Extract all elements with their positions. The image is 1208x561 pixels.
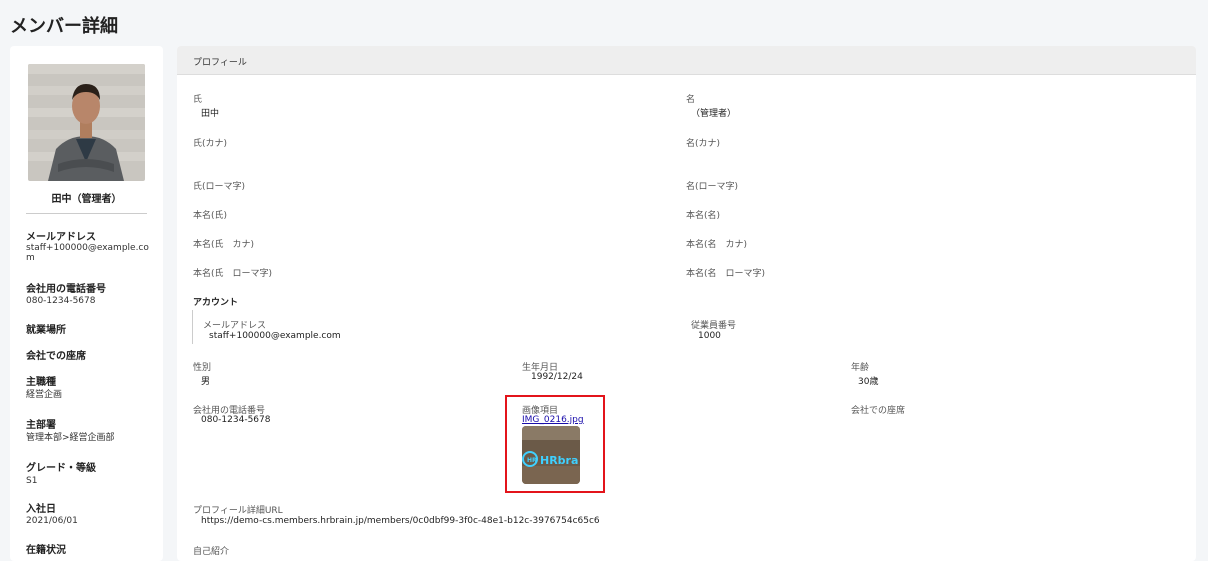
real-first-name-roman-label: 本名(名 ローマ字) [686, 269, 766, 279]
profile-panel-title: プロフィール [193, 58, 247, 68]
page-title: メンバー詳細 [10, 16, 118, 37]
sidebar-label-workplace: 就業場所 [26, 325, 66, 336]
real-last-name-label: 本名(氏) [193, 211, 228, 221]
real-first-name-kana-label: 本名(名 カナ) [686, 240, 748, 250]
account-section-bar [192, 310, 193, 344]
sidebar-label-seat: 会社での座席 [26, 351, 86, 362]
profile-panel: プロフィール [177, 46, 1196, 561]
first-name-value: （管理者） [691, 109, 737, 119]
self-intro-label: 自己紹介 [193, 547, 230, 557]
employee-no-value: 1000 [698, 331, 721, 341]
sidebar-value-job: 経営企画 [26, 390, 63, 400]
employee-no-label: 従業員番号 [691, 321, 737, 331]
avatar [28, 64, 145, 181]
account-email-label: メールアドレス [203, 321, 267, 331]
member-name: 田中（管理者） [51, 194, 122, 205]
last-name-label: 氏 [193, 95, 203, 105]
birthday-value: 1992/12/24 [531, 372, 583, 382]
gender-label: 性別 [193, 363, 212, 373]
member-summary-card: 田中（管理者） メールアドレス staff+100000@example.com… [10, 46, 163, 561]
account-email-value: staff+100000@example.com [209, 331, 341, 341]
account-section-heading: アカウント [193, 298, 239, 308]
sidebar-value-grade: S1 [26, 476, 38, 486]
sidebar-label-email: メールアドレス [26, 232, 96, 243]
first-name-label: 名 [686, 95, 696, 105]
company-phone-value: 080-1234-5678 [201, 415, 271, 425]
real-last-name-kana-label: 本名(氏 カナ) [193, 240, 255, 250]
real-first-name-label: 本名(名) [686, 211, 721, 221]
sidebar-label-grade: グレード・等級 [26, 463, 96, 474]
divider [26, 213, 147, 214]
profile-url-value: https://demo-cs.members.hrbrain.jp/membe… [201, 516, 600, 526]
age-value: 30歳 [858, 377, 879, 387]
profile-panel-header: プロフィール [177, 46, 1196, 75]
sidebar-label-hire-date: 入社日 [26, 504, 56, 515]
last-name-kana-label: 氏(カナ) [193, 139, 228, 149]
sidebar-label-job: 主職種 [26, 377, 56, 388]
last-name-value: 田中 [201, 109, 220, 119]
sidebar-label-phone: 会社用の電話番号 [26, 284, 106, 295]
sidebar-label-department: 主部署 [26, 420, 56, 431]
seat-label: 会社での座席 [851, 406, 906, 416]
sidebar-value-department: 管理本部>経営企画部 [26, 433, 115, 443]
gender-value: 男 [201, 377, 211, 387]
last-name-roman-label: 氏(ローマ字) [193, 182, 246, 192]
sidebar-label-status: 在籍状況 [26, 545, 66, 556]
age-label: 年齢 [851, 363, 870, 373]
real-last-name-roman-label: 本名(氏 ローマ字) [193, 269, 273, 279]
sidebar-value-email: staff+100000@example.com [26, 243, 149, 263]
sidebar-value-phone: 080-1234-5678 [26, 296, 96, 306]
first-name-kana-label: 名(カナ) [686, 139, 721, 149]
sidebar-value-hire-date: 2021/06/01 [26, 516, 78, 526]
profile-url-label: プロフィール詳細URL [193, 506, 283, 516]
first-name-roman-label: 名(ローマ字) [686, 182, 739, 192]
highlight-box [505, 395, 605, 493]
